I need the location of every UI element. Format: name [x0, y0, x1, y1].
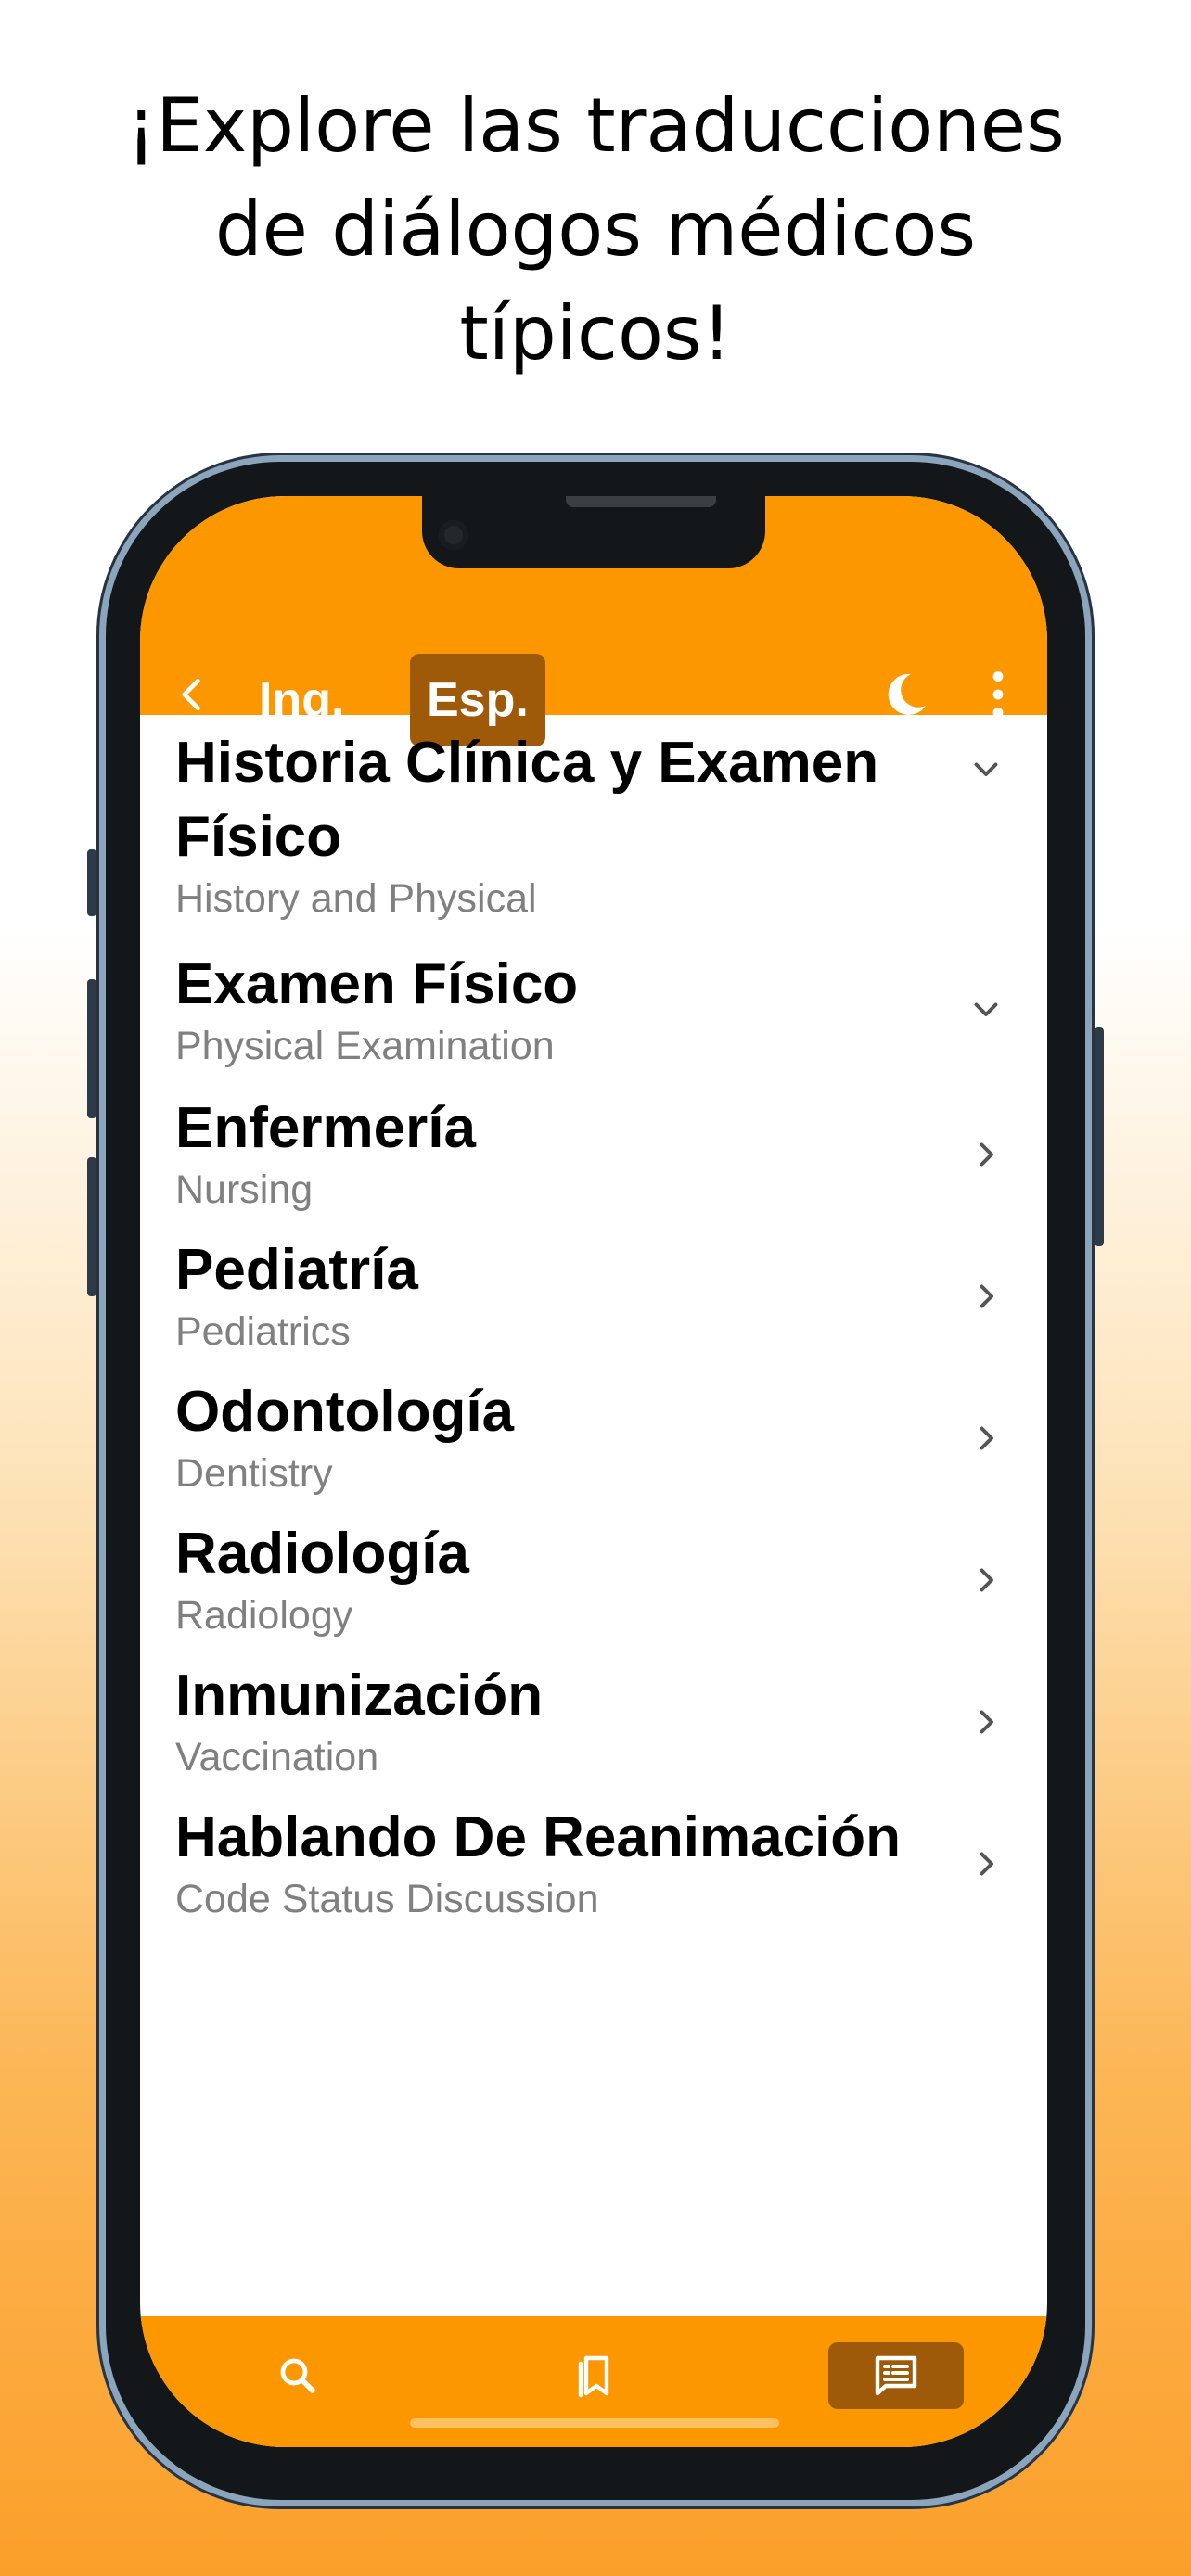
back-button[interactable] — [164, 667, 220, 722]
nav-dialogs-button[interactable] — [828, 2342, 964, 2409]
dialog-subtitle: History and Physical — [175, 876, 537, 921]
list-item-pediatrics[interactable]: Pediatría Pediatrics — [140, 1233, 1047, 1375]
dialog-title: Odontología — [175, 1380, 515, 1444]
list-item-dentistry[interactable]: Odontología Dentistry — [140, 1375, 1047, 1517]
chevron-right-icon — [980, 1710, 993, 1734]
dialog-title: Enfermería — [175, 1096, 476, 1160]
list-item-vaccination[interactable]: Inmunización Vaccination — [140, 1659, 1047, 1801]
dialogs-icon — [875, 2355, 917, 2396]
chevron-down-icon — [974, 1002, 998, 1016]
search-icon — [280, 2358, 315, 2393]
nav-bookmarks-button[interactable] — [538, 2342, 649, 2409]
chevron-down-icon — [974, 762, 998, 776]
dialog-title: Radiología — [175, 1522, 469, 1586]
list-item-code-status-discussion[interactable]: Hablando De Reanimación Code Status Disc… — [140, 1801, 1047, 1943]
phone-frame: Ing. Esp. Historia Clínica y Examen Físi… — [87, 453, 1104, 2509]
dialog-subtitle: Vaccination — [175, 1735, 379, 1779]
list-item-radiology[interactable]: Radiología Radiology — [140, 1517, 1047, 1659]
list-item-nursing[interactable]: Enfermería Nursing — [140, 1091, 1047, 1233]
headline-line-1: ¡Explore las traducciones — [126, 83, 1065, 169]
chevron-right-icon — [980, 1426, 993, 1450]
more-menu-button[interactable] — [984, 667, 1012, 722]
app-screen: Ing. Esp. Historia Clínica y Examen Físi… — [140, 496, 1047, 2447]
dialog-subtitle: Radiology — [175, 1593, 353, 1638]
list-item-history-and-physical[interactable]: Historia Clínica y Examen Físico History… — [140, 715, 1047, 946]
silent-switch — [87, 849, 96, 916]
headline-line-2: de diálogos médicos — [214, 186, 977, 273]
dialog-subtitle: Dentistry — [175, 1451, 333, 1496]
dialog-title: Examen Físico — [175, 952, 579, 1016]
front-camera — [439, 520, 468, 550]
headline: ¡Explore las traducciones de diálogos mé… — [0, 74, 1191, 386]
list-item-physical-examination[interactable]: Examen Físico Physical Examination — [140, 946, 1047, 1091]
moon-icon — [888, 673, 926, 715]
volume-down-button — [87, 1157, 96, 1296]
chevron-right-icon — [980, 1568, 993, 1592]
dialog-category-list: Historia Clínica y Examen Físico History… — [140, 715, 1047, 1943]
power-button — [1095, 1027, 1104, 1246]
bookmarks-icon — [578, 2355, 609, 2398]
more-vertical-icon — [992, 671, 1004, 718]
chevron-right-icon — [980, 1284, 993, 1308]
chevron-right-icon — [980, 1852, 993, 1876]
volume-up-button — [87, 979, 96, 1118]
dialog-subtitle: Physical Examination — [175, 1024, 555, 1068]
nav-search-button[interactable] — [242, 2342, 353, 2409]
dialog-subtitle: Code Status Discussion — [175, 1877, 599, 1921]
chevron-left-icon — [182, 678, 200, 711]
dialog-title: Historia Clínica y Examen Físico — [175, 731, 879, 869]
dark-mode-button[interactable] — [877, 667, 929, 722]
dialog-subtitle: Nursing — [175, 1167, 314, 1212]
dialog-title: Pediatría — [175, 1238, 418, 1302]
dialog-title: Hablando De Reanimación — [175, 1805, 902, 1869]
home-indicator[interactable] — [410, 2418, 779, 2428]
chevron-right-icon — [980, 1142, 993, 1167]
dialog-title: Inmunización — [175, 1664, 544, 1728]
headline-line-3: típicos! — [459, 290, 732, 376]
dialog-subtitle: Pediatrics — [175, 1309, 351, 1354]
speaker-grille — [566, 496, 716, 507]
